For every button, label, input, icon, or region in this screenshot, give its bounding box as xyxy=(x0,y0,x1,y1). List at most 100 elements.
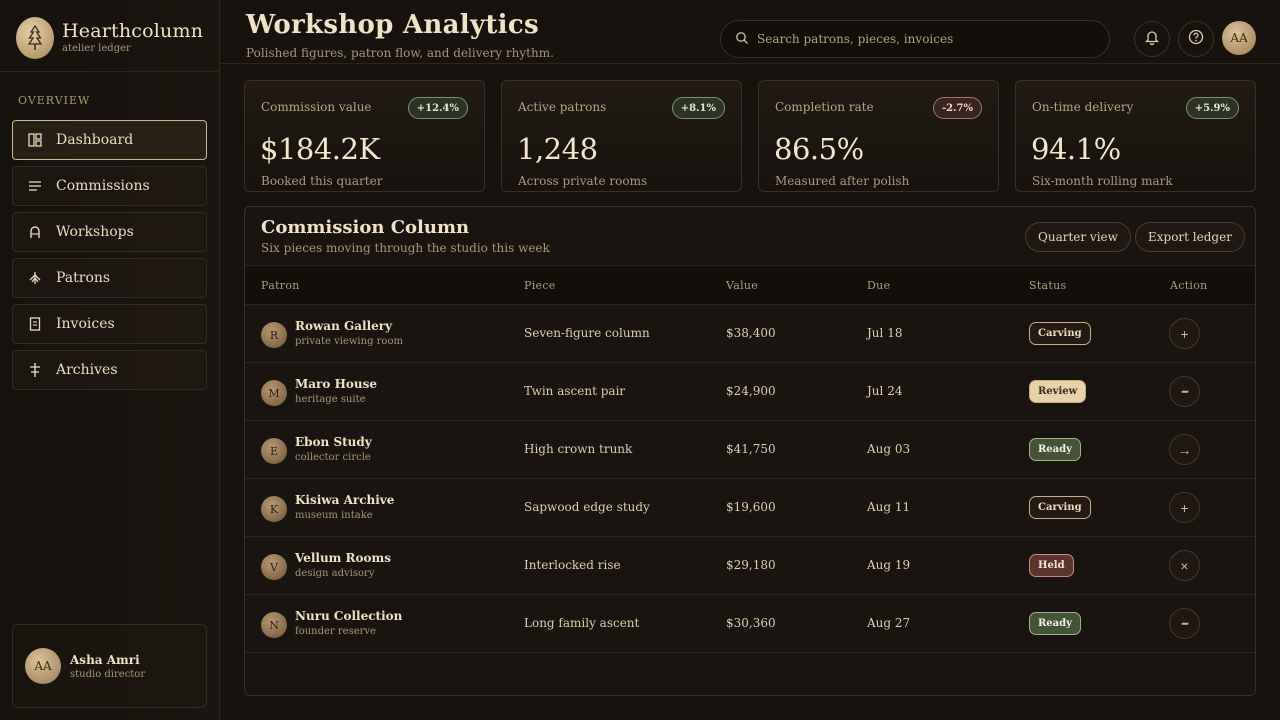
dashboard-icon xyxy=(27,132,43,148)
kpi-card-on-time-delivery: On-time delivery +5.9% 94.1% Six-month r… xyxy=(1015,80,1256,192)
sidebar-item-commissions[interactable]: Commissions xyxy=(12,166,207,206)
trend-badge: +8.1% xyxy=(671,97,725,119)
patron-sub: museum intake xyxy=(295,510,373,521)
brand[interactable]: Hearthcolumn atelier ledger xyxy=(16,16,203,60)
due-cell: Aug 03 xyxy=(867,442,911,456)
table-row[interactable]: E Ebon Study collector circle High crown… xyxy=(245,421,1255,479)
user-avatar-button[interactable]: AA xyxy=(1222,21,1256,55)
column-header-action: Action xyxy=(1170,279,1208,292)
more-icon: ••• xyxy=(1181,386,1189,397)
help-icon xyxy=(1188,29,1204,49)
kpi-value: 1,248 xyxy=(517,132,598,166)
kpi-value: 86.5% xyxy=(774,132,864,166)
sidebar-item-invoices[interactable]: Invoices xyxy=(12,304,207,344)
patron-avatar: R xyxy=(261,322,287,348)
help-button[interactable] xyxy=(1178,21,1214,57)
brand-subtitle: atelier ledger xyxy=(62,43,131,54)
sidebar-item-patrons[interactable]: Patrons xyxy=(12,258,207,298)
page-subtitle: Polished figures, patron flow, and deliv… xyxy=(246,46,554,60)
column-header-patron[interactable]: Patron xyxy=(261,279,300,292)
status-badge: Carving xyxy=(1029,322,1091,345)
table-row[interactable]: K Kisiwa Archive museum intake Sapwood e… xyxy=(245,479,1255,537)
patron-sub: heritage suite xyxy=(295,394,366,405)
value-cell: $30,360 xyxy=(726,616,776,630)
close-action-button[interactable]: × xyxy=(1169,550,1200,581)
user-profile-card[interactable]: AA Asha Amri studio director xyxy=(12,624,207,708)
column-header-piece[interactable]: Piece xyxy=(524,279,556,292)
value-cell: $38,400 xyxy=(726,326,776,340)
add-action-button[interactable]: + xyxy=(1169,492,1200,523)
value-cell: $41,750 xyxy=(726,442,776,456)
kpi-card-active-patrons: Active patrons +8.1% 1,248 Across privat… xyxy=(501,80,742,192)
sidebar-item-label: Invoices xyxy=(56,316,115,332)
due-cell: Jul 18 xyxy=(867,326,903,340)
panel-subtitle: Six pieces moving through the studio thi… xyxy=(261,241,550,255)
quarter-view-button[interactable]: Quarter view xyxy=(1025,222,1131,252)
patron-avatar: N xyxy=(261,612,287,638)
table-row[interactable]: M Maro House heritage suite Twin ascent … xyxy=(245,363,1255,421)
sidebar-item-label: Commissions xyxy=(56,178,150,194)
sidebar-nav: Dashboard Commissions Workshops Patrons … xyxy=(12,120,207,396)
trend-badge: +12.4% xyxy=(407,97,468,119)
kpi-note: Across private rooms xyxy=(518,174,648,188)
value-cell: $29,180 xyxy=(726,558,776,572)
due-cell: Aug 19 xyxy=(867,558,911,572)
column-header-due[interactable]: Due xyxy=(867,279,890,292)
plus-icon: + xyxy=(1180,499,1189,516)
piece-cell: High crown trunk xyxy=(524,442,633,456)
search-icon xyxy=(735,30,749,49)
kpi-note: Booked this quarter xyxy=(261,174,383,188)
commission-table-panel: Commission Column Six pieces moving thro… xyxy=(244,206,1256,696)
patron-name: Nuru Collection xyxy=(295,609,403,623)
due-cell: Aug 11 xyxy=(867,500,911,514)
table-row[interactable]: N Nuru Collection founder reserve Long f… xyxy=(245,595,1255,653)
export-ledger-button[interactable]: Export ledger xyxy=(1135,222,1245,252)
sidebar-item-workshops[interactable]: Workshops xyxy=(12,212,207,252)
status-badge: Ready xyxy=(1029,612,1081,635)
due-cell: Aug 27 xyxy=(867,616,911,630)
patron-name: Rowan Gallery xyxy=(295,319,393,333)
bell-icon xyxy=(1144,29,1160,49)
column-header-value[interactable]: Value xyxy=(726,279,758,292)
tree-icon xyxy=(27,270,43,286)
column-header-status[interactable]: Status xyxy=(1029,279,1066,292)
patron-name: Maro House xyxy=(295,377,378,391)
sidebar-item-dashboard[interactable]: Dashboard xyxy=(12,120,207,160)
more-icon: ••• xyxy=(1181,618,1189,629)
search-input[interactable] xyxy=(757,32,1087,46)
more-action-button[interactable]: ••• xyxy=(1169,608,1200,639)
kpi-note: Six-month rolling mark xyxy=(1032,174,1173,188)
kpi-label: Commission value xyxy=(261,100,372,114)
patron-name: Ebon Study xyxy=(295,435,372,449)
table-row[interactable]: V Vellum Rooms design advisory Interlock… xyxy=(245,537,1255,595)
profile-role: studio director xyxy=(70,668,146,680)
add-action-button[interactable]: + xyxy=(1169,318,1200,349)
sidebar: Hearthcolumn atelier ledger OVERVIEW Das… xyxy=(0,0,220,720)
more-action-button[interactable]: ••• xyxy=(1169,376,1200,407)
search-bar[interactable] xyxy=(720,20,1110,58)
patron-avatar: K xyxy=(261,496,287,522)
patron-avatar: V xyxy=(261,554,287,580)
sidebar-item-archives[interactable]: Archives xyxy=(12,350,207,390)
patron-sub: private viewing room xyxy=(295,336,403,347)
value-cell: $19,600 xyxy=(726,500,776,514)
kpi-label: Active patrons xyxy=(518,100,607,114)
kpi-value: 94.1% xyxy=(1031,132,1121,166)
avatar: AA xyxy=(25,648,61,684)
tree-logo-icon xyxy=(16,17,54,59)
sidebar-item-label: Workshops xyxy=(56,224,134,240)
page-title: Workshop Analytics xyxy=(246,10,539,40)
table-row[interactable]: R Rowan Gallery private viewing room Sev… xyxy=(245,305,1255,363)
arch-icon xyxy=(27,224,43,240)
status-badge: Review xyxy=(1029,380,1087,403)
kpi-value: $184.2K xyxy=(260,132,380,166)
forward-action-button[interactable]: → xyxy=(1169,434,1200,465)
notifications-button[interactable] xyxy=(1134,21,1170,57)
patron-sub: founder reserve xyxy=(295,626,376,637)
arrow-right-icon: → xyxy=(1177,441,1192,458)
patron-avatar: M xyxy=(261,380,287,406)
document-icon xyxy=(27,316,43,332)
profile-name: Asha Amri xyxy=(70,652,140,667)
patron-sub: collector circle xyxy=(295,452,371,463)
patron-name: Kisiwa Archive xyxy=(295,493,395,507)
